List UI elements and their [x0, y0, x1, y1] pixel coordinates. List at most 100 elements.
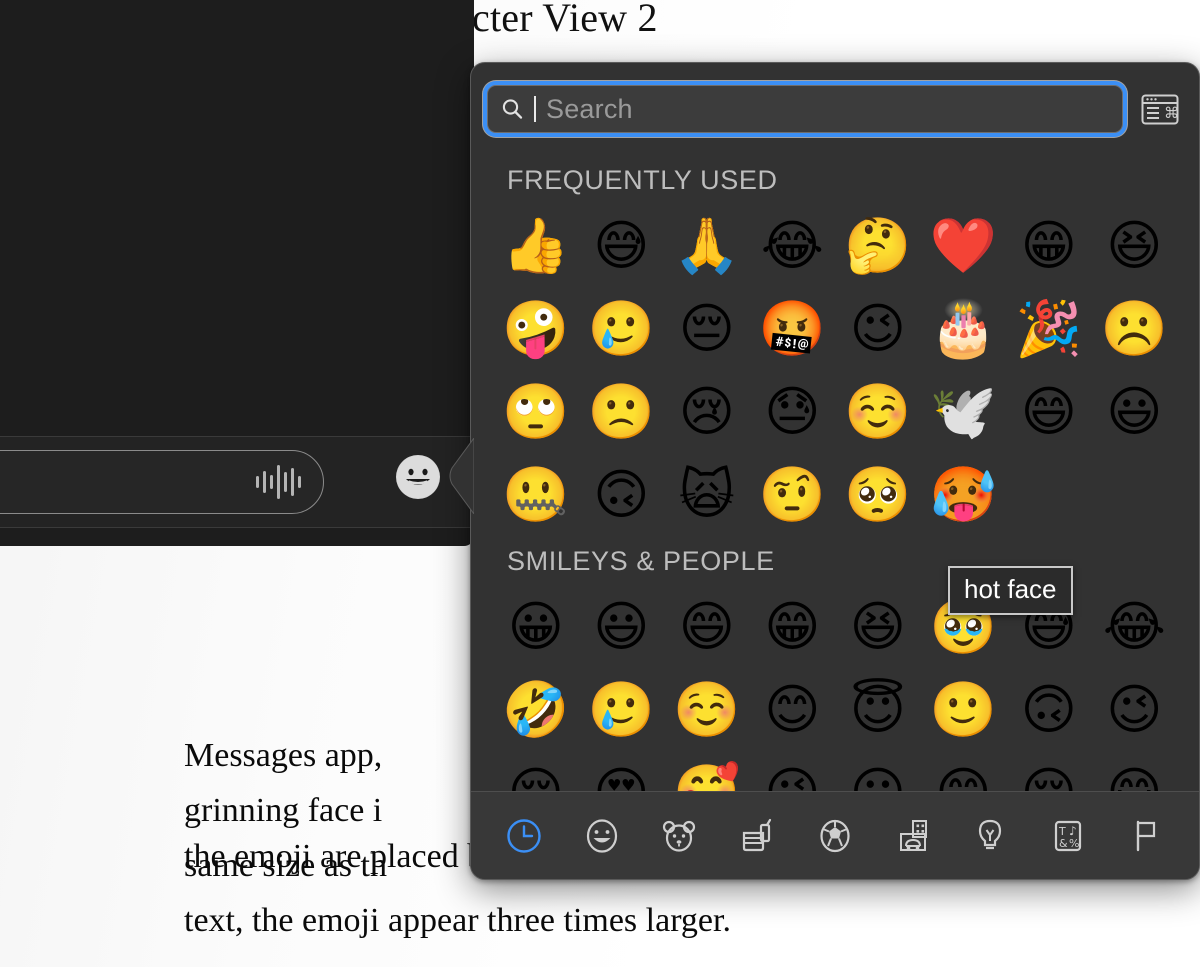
emoji-cell[interactable]: 🤣: [493, 668, 579, 751]
emoji-picker-button[interactable]: [396, 455, 440, 499]
emoji-cell[interactable]: 😙: [921, 751, 1007, 791]
emoji-cell[interactable]: 🙂: [921, 668, 1007, 751]
emoji-cell[interactable]: ☺️: [664, 668, 750, 751]
soccer-ball-icon: [820, 819, 850, 852]
emoji-cell[interactable]: 😆: [1092, 204, 1178, 287]
emoji-picker-popover: Search ⌘ FREQUENTLY USED 👍 😅 🙏 😂 🤔 ❤️ 😁 …: [470, 62, 1200, 880]
search-row: Search ⌘: [471, 63, 1199, 155]
svg-text:♪: ♪: [1069, 824, 1077, 838]
emoji-cell[interactable]: 🙀: [664, 453, 750, 536]
clock-icon: [507, 818, 541, 853]
category-smileys-people[interactable]: [574, 808, 630, 864]
emoji-cell[interactable]: 😘: [750, 751, 836, 791]
screen-root: cter View 2 Messages app, grinning face …: [0, 0, 1200, 967]
emoji-tooltip: hot face: [948, 566, 1073, 615]
emoji-cell[interactable]: 😉: [1092, 668, 1178, 751]
emoji-cell[interactable]: 🙏: [664, 204, 750, 287]
search-placeholder: Search: [546, 93, 633, 124]
section-frequently-used: FREQUENTLY USED 👍 😅 🙏 😂 🤔 ❤️ 😁 😆 🤪 🥲 😔 🤬 😉 🎂 🎉 ☹️ 🙄 🙁 😢 😓 ☺️…: [471, 155, 1199, 536]
emoji-cell[interactable]: 😋: [1092, 751, 1178, 791]
emoji-cell[interactable]: 🙃: [1006, 668, 1092, 751]
text-caret: [534, 96, 536, 122]
emoji-cell[interactable]: 🎂: [921, 287, 1007, 370]
category-symbols[interactable]: T ♪ & %: [1040, 808, 1096, 864]
emoji-cell[interactable]: 🙄: [493, 370, 579, 453]
emoji-cell[interactable]: 🥵: [921, 453, 1007, 536]
character-viewer-button[interactable]: ⌘: [1139, 92, 1181, 126]
category-toolbar: T ♪ & %: [471, 791, 1199, 879]
symbols-icon: T ♪ & %: [1055, 820, 1082, 851]
svg-text:⌘: ⌘: [1164, 104, 1179, 122]
section-title: SMILEYS & PEOPLE: [507, 546, 775, 576]
character-viewer-icon: ⌘: [1141, 94, 1179, 124]
search-icon: [502, 99, 523, 119]
waveform-icon[interactable]: [255, 465, 301, 499]
emoji-cell[interactable]: 🤐: [493, 453, 579, 536]
emoji-cell[interactable]: 🥲: [579, 287, 665, 370]
flag-icon: [1136, 820, 1156, 851]
messages-conversation-area: [0, 0, 474, 436]
emoji-cell[interactable]: 🤔: [835, 204, 921, 287]
emoji-cell[interactable]: 😊: [750, 668, 836, 751]
emoji-cell[interactable]: 😂: [750, 204, 836, 287]
emoji-cell[interactable]: 😁: [1006, 204, 1092, 287]
emoji-cell[interactable]: 😔: [664, 287, 750, 370]
lightbulb-icon: [979, 819, 1002, 849]
emoji-cell[interactable]: 😍: [579, 751, 665, 791]
emoji-cell[interactable]: 🙃: [579, 453, 665, 536]
emoji-cell[interactable]: ❤️: [921, 204, 1007, 287]
emoji-grid-frequently-used: 👍 😅 🙏 😂 🤔 ❤️ 😁 😆 🤪 🥲 😔 🤬 😉 🎂 🎉 ☹️ 🙄 🙁 😢 😓 ☺️ 🕊️ 😄 😃 🤐 🙃 🙀 🤨 🥺 🥵: [471, 204, 1199, 536]
emoji-cell[interactable]: 😃: [579, 585, 665, 668]
category-activity[interactable]: [807, 808, 863, 864]
category-objects[interactable]: [962, 808, 1018, 864]
category-flags[interactable]: [1118, 808, 1174, 864]
svg-text:%: %: [1069, 837, 1079, 850]
svg-text:&: &: [1059, 837, 1068, 850]
popover-arrow: [448, 438, 474, 514]
emoji-cell[interactable]: 😉: [835, 287, 921, 370]
category-animals-nature[interactable]: [651, 808, 707, 864]
section-smileys-people: SMILEYS & PEOPLE 😀😃😄😁😆🥹😅😂🤣🥲☺️😊😇🙂🙃😉😌😍🥰😘😗😙…: [471, 536, 1199, 791]
emoji-cell[interactable]: 🙁: [579, 370, 665, 453]
emoji-cell[interactable]: 😌: [493, 751, 579, 791]
emoji-cell[interactable]: 😆: [835, 585, 921, 668]
emoji-cell[interactable]: 🤨: [750, 453, 836, 536]
section-title: FREQUENTLY USED: [507, 165, 778, 195]
emoji-grid-smileys-people: 😀😃😄😁😆🥹😅😂🤣🥲☺️😊😇🙂🙃😉😌😍🥰😘😗😙😚😋: [471, 585, 1199, 791]
emoji-cell[interactable]: 👍: [493, 204, 579, 287]
grinning-face-icon: [397, 456, 439, 498]
food-icon: [743, 818, 772, 851]
emoji-cell[interactable]: 🎉: [1006, 287, 1092, 370]
emoji-cell[interactable]: 🥺: [835, 453, 921, 536]
search-input[interactable]: Search: [487, 85, 1123, 133]
emoji-cell[interactable]: 😃: [1092, 370, 1178, 453]
message-input[interactable]: [0, 450, 324, 514]
emoji-cell[interactable]: ☹️: [1092, 287, 1178, 370]
emoji-scroll-area[interactable]: FREQUENTLY USED 👍 😅 🙏 😂 🤔 ❤️ 😁 😆 🤪 🥲 😔 🤬 😉 🎂 🎉 ☹️ 🙄 🙁 😢 😓 ☺️…: [471, 155, 1199, 791]
page-title: cter View 2: [472, 0, 658, 40]
bear-icon: [663, 820, 696, 852]
emoji-cell[interactable]: 🤬: [750, 287, 836, 370]
paragraph-line-4: text, the emoji appear three times large…: [184, 902, 731, 939]
city-car-icon: [899, 819, 927, 851]
emoji-cell[interactable]: 😁: [750, 585, 836, 668]
category-food-drink[interactable]: [729, 808, 785, 864]
emoji-cell[interactable]: 😚: [1006, 751, 1092, 791]
emoji-cell[interactable]: 🕊️: [921, 370, 1007, 453]
emoji-cell[interactable]: 🥲: [579, 668, 665, 751]
emoji-cell[interactable]: 😄: [664, 585, 750, 668]
emoji-cell[interactable]: 😢: [664, 370, 750, 453]
smiley-icon: [586, 818, 617, 853]
emoji-cell[interactable]: 😇: [835, 668, 921, 751]
emoji-cell[interactable]: 🥰: [664, 751, 750, 791]
emoji-cell[interactable]: ☺️: [835, 370, 921, 453]
emoji-cell[interactable]: 😅: [579, 204, 665, 287]
emoji-cell[interactable]: 😓: [750, 370, 836, 453]
category-travel-places[interactable]: [885, 808, 941, 864]
emoji-cell[interactable]: 🤪: [493, 287, 579, 370]
emoji-cell[interactable]: 😀: [493, 585, 579, 668]
emoji-cell[interactable]: 😗: [835, 751, 921, 791]
emoji-cell[interactable]: 😂: [1092, 585, 1178, 668]
emoji-cell[interactable]: 😄: [1006, 370, 1092, 453]
category-frequently-used[interactable]: [496, 808, 552, 864]
